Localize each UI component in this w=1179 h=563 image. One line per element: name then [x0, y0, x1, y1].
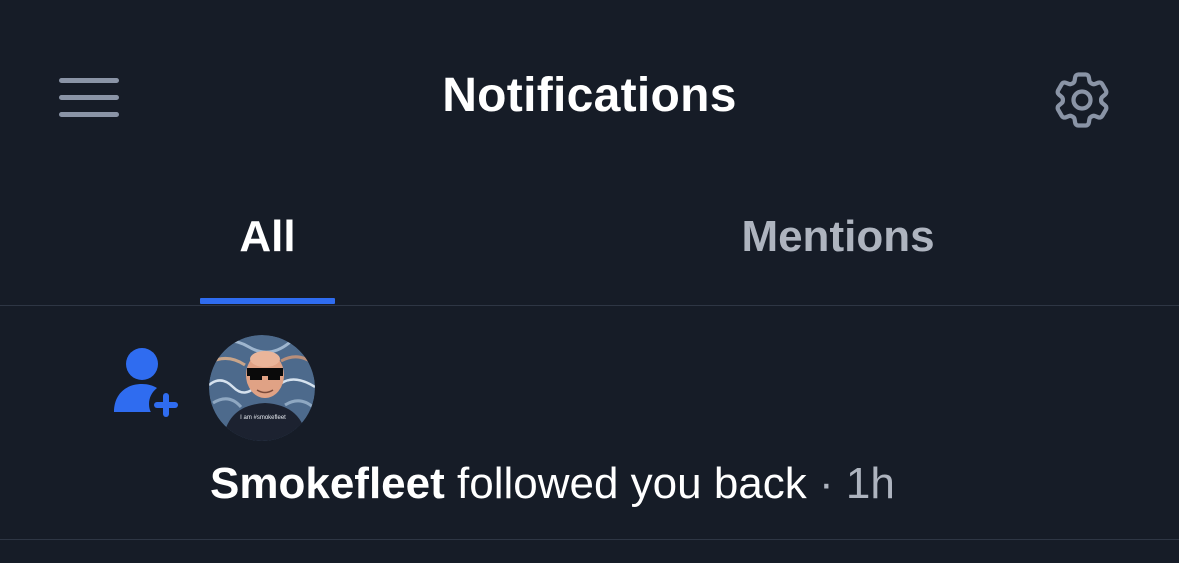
- notification-separator: ·: [819, 459, 834, 508]
- notification-item[interactable]: I am #smokefleet Smokefleet followed you…: [0, 306, 1179, 539]
- gear-icon: [1055, 72, 1109, 128]
- avatar-image: I am #smokefleet: [209, 335, 315, 441]
- avatar[interactable]: I am #smokefleet: [209, 335, 315, 441]
- page-title: Notifications: [442, 69, 737, 122]
- notification-action: followed you back: [457, 459, 807, 508]
- tab-bar: All Mentions: [0, 190, 1179, 305]
- active-tab-indicator: [200, 298, 335, 304]
- user-plus-icon: [114, 348, 178, 417]
- divider: [0, 539, 1179, 540]
- notification-author[interactable]: Smokefleet: [210, 459, 445, 508]
- settings-button[interactable]: [1048, 66, 1116, 134]
- tab-all[interactable]: All: [200, 210, 335, 264]
- tab-mentions[interactable]: Mentions: [700, 210, 976, 264]
- svg-text:I am #smokefleet: I am #smokefleet: [240, 415, 286, 421]
- header: Notifications: [0, 0, 1179, 190]
- notification-time: 1h: [845, 459, 895, 508]
- notifications-screen: Notifications All Mentions I am #smokefl…: [0, 0, 1179, 563]
- notification-text: Smokefleet followed you back · 1h: [210, 456, 895, 512]
